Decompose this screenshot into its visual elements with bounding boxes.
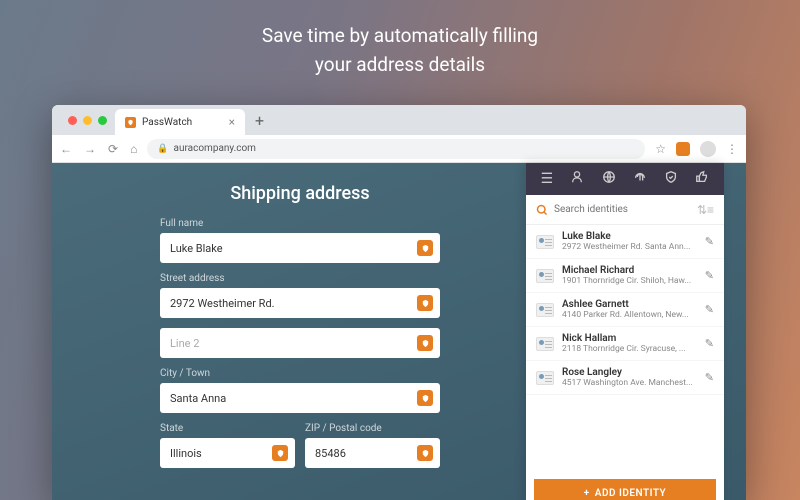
identity-list: Luke Blake2972 Westheimer Rd. Santa Ann.… [526, 225, 724, 471]
browser-window: PassWatch × + ← → ⟳ ⌂ 🔒 auracompany.com … [52, 105, 746, 500]
identity-item[interactable]: Ashlee Garnett4140 Parker Rd. Allentown,… [526, 293, 724, 327]
extension-icon[interactable] [676, 142, 690, 156]
id-card-icon [536, 235, 554, 249]
menu-icon[interactable]: ⋮ [726, 142, 738, 156]
shield-icon [125, 117, 136, 128]
person-icon[interactable] [570, 170, 584, 188]
edit-icon[interactable]: ✎ [705, 337, 714, 350]
page-content: Shipping address Full name Street addres… [52, 163, 746, 500]
autofill-shield-icon[interactable] [417, 240, 433, 256]
identity-item[interactable]: Rose Langley4517 Washington Ave. Manches… [526, 361, 724, 395]
fullname-input[interactable] [160, 233, 440, 263]
line2-input[interactable] [160, 328, 440, 358]
identity-item[interactable]: Michael Richard1901 Thornridge Cir. Shil… [526, 259, 724, 293]
identity-item[interactable]: Luke Blake2972 Westheimer Rd. Santa Ann.… [526, 225, 724, 259]
tab-strip: PassWatch × + [52, 105, 746, 135]
form-title: Shipping address [160, 183, 440, 204]
lock-icon: 🔒 [157, 144, 168, 154]
autofill-shield-icon[interactable] [417, 295, 433, 311]
city-input[interactable] [160, 383, 440, 413]
search-icon [536, 204, 548, 216]
edit-icon[interactable]: ✎ [705, 303, 714, 316]
promo-headline: Save time by automatically fillingyour a… [0, 0, 800, 97]
browser-tab[interactable]: PassWatch × [115, 109, 245, 135]
id-card-icon [536, 303, 554, 317]
label-state: State [160, 423, 295, 434]
url-text: auracompany.com [174, 143, 256, 154]
plus-icon: + [584, 488, 590, 499]
edit-icon[interactable]: ✎ [705, 269, 714, 282]
street-input[interactable] [160, 288, 440, 318]
back-icon[interactable]: ← [60, 142, 72, 156]
sort-icon[interactable]: ⇅≡ [697, 203, 714, 217]
home-icon[interactable]: ⌂ [130, 142, 137, 156]
bookmark-icon[interactable]: ☆ [655, 142, 666, 156]
new-tab-button[interactable]: + [245, 111, 274, 130]
autofill-shield-icon[interactable] [417, 335, 433, 351]
panel-toolbar: ☰ [526, 163, 724, 195]
forward-icon[interactable]: → [84, 142, 96, 156]
label-street: Street address [160, 273, 440, 284]
id-card-icon [536, 269, 554, 283]
label-city: City / Town [160, 368, 440, 379]
id-card-icon [536, 337, 554, 351]
label-fullname: Full name [160, 218, 440, 229]
search-bar: ⇅≡ [526, 195, 724, 225]
autofill-shield-icon[interactable] [417, 445, 433, 461]
reload-icon[interactable]: ⟳ [108, 142, 118, 156]
identity-panel: ☰ ⇅≡ Luke Blake2972 Westheimer Rd. Santa… [526, 163, 724, 500]
profile-avatar[interactable] [700, 141, 716, 157]
window-controls[interactable] [60, 116, 115, 125]
fingerprint-icon[interactable] [633, 170, 647, 188]
thumbs-up-icon[interactable] [695, 170, 709, 188]
address-bar: ← → ⟳ ⌂ 🔒 auracompany.com ☆ ⋮ [52, 135, 746, 163]
id-card-icon [536, 371, 554, 385]
globe-icon[interactable] [602, 170, 616, 188]
search-input[interactable] [554, 204, 691, 215]
menu-icon[interactable]: ☰ [541, 171, 554, 187]
autofill-shield-icon[interactable] [272, 445, 288, 461]
edit-icon[interactable]: ✎ [705, 235, 714, 248]
label-zip: ZIP / Postal code [305, 423, 440, 434]
autofill-shield-icon[interactable] [417, 390, 433, 406]
url-field[interactable]: 🔒 auracompany.com [147, 139, 645, 159]
shipping-form: Shipping address Full name Street addres… [160, 183, 440, 478]
shield-check-icon[interactable] [664, 170, 678, 188]
edit-icon[interactable]: ✎ [705, 371, 714, 384]
tab-title: PassWatch [142, 117, 192, 128]
add-identity-button[interactable]: +ADD IDENTITY [534, 479, 716, 500]
identity-item[interactable]: Nick Hallam2118 Thornridge Cir. Syracuse… [526, 327, 724, 361]
close-icon[interactable]: × [229, 115, 235, 129]
